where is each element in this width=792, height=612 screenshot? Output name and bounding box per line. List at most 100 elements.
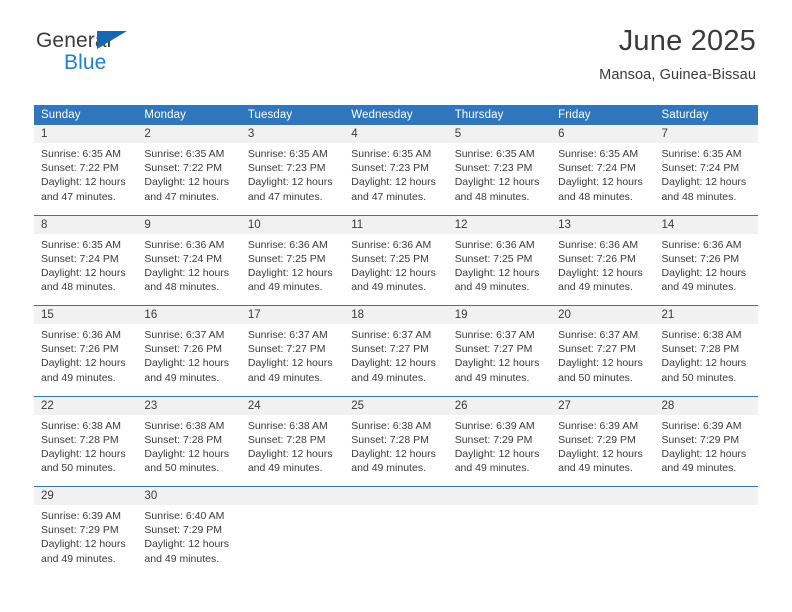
day-cell: Sunrise: 6:38 AM Sunset: 7:28 PM Dayligh…	[137, 414, 241, 487]
daylight-text-line2: and 49 minutes.	[144, 552, 220, 565]
weekday-header-saturday: Saturday	[654, 105, 758, 125]
week-row-details: Sunrise: 6:35 AM Sunset: 7:22 PM Dayligh…	[34, 143, 758, 215]
day-cell: Sunrise: 6:36 AM Sunset: 7:25 PM Dayligh…	[240, 233, 345, 306]
sunset-text: Sunset: 7:24 PM	[41, 252, 119, 265]
sunset-text: Sunset: 7:29 PM	[454, 433, 533, 446]
day-number[interactable]: 30	[137, 486, 241, 505]
day-number[interactable]: 28	[654, 395, 758, 415]
sunrise-text: Sunrise: 6:38 AM	[661, 329, 742, 341]
day-number[interactable]: 20	[551, 305, 655, 324]
daylight-text-line1: Daylight: 12 hours	[41, 266, 126, 279]
weekday-header-row: Sunday Monday Tuesday Wednesday Thursday…	[34, 105, 758, 125]
week-row-details: Sunrise: 6:36 AM Sunset: 7:26 PM Dayligh…	[34, 324, 758, 396]
day-cell: Sunrise: 6:38 AM Sunset: 7:28 PM Dayligh…	[654, 324, 758, 396]
day-number[interactable]: 21	[654, 305, 758, 324]
day-cell-empty	[447, 505, 552, 577]
day-number[interactable]: 13	[551, 214, 655, 234]
day-number[interactable]: 1	[34, 125, 138, 143]
day-cell: Sunrise: 6:35 AM Sunset: 7:22 PM Dayligh…	[34, 143, 138, 215]
day-number[interactable]: 18	[344, 305, 448, 324]
sunrise-text: Sunrise: 6:38 AM	[144, 419, 225, 432]
day-cell: Sunrise: 6:38 AM Sunset: 7:28 PM Dayligh…	[34, 414, 138, 487]
day-number[interactable]: 10	[240, 214, 345, 234]
day-number[interactable]: 11	[344, 214, 448, 234]
sunrise-text: Sunrise: 6:36 AM	[351, 238, 432, 251]
daylight-text-line2: and 49 minutes.	[247, 371, 323, 384]
sunrise-text: Sunrise: 6:37 AM	[351, 329, 432, 341]
day-number[interactable]: 27	[551, 395, 655, 415]
day-cell: Sunrise: 6:36 AM Sunset: 7:24 PM Dayligh…	[137, 233, 241, 306]
day-number-empty	[551, 486, 655, 505]
weekday-header-sunday: Sunday	[34, 105, 138, 125]
daylight-text-line1: Daylight: 12 hours	[247, 176, 333, 189]
day-number[interactable]: 17	[240, 305, 345, 324]
day-number[interactable]: 26	[447, 395, 552, 415]
day-number-empty	[654, 486, 758, 505]
day-number[interactable]: 12	[447, 214, 552, 234]
day-number[interactable]: 25	[344, 395, 448, 415]
daylight-text-line2: and 49 minutes.	[454, 371, 530, 384]
week-row-daynumbers: 29 30	[34, 486, 758, 505]
day-number[interactable]: 2	[137, 125, 241, 143]
sunset-text: Sunset: 7:27 PM	[454, 343, 533, 356]
sunrise-text: Sunrise: 6:35 AM	[247, 148, 328, 160]
sunset-text: Sunset: 7:28 PM	[247, 433, 326, 446]
title-block: June 2025 Mansoa, Guinea-Bissau	[599, 25, 756, 83]
daylight-text-line1: Daylight: 12 hours	[454, 266, 540, 279]
day-number[interactable]: 22	[34, 395, 138, 415]
daylight-text-line1: Daylight: 12 hours	[144, 176, 230, 189]
day-number[interactable]: 8	[34, 214, 138, 234]
daylight-text-line1: Daylight: 12 hours	[41, 538, 126, 551]
day-number[interactable]: 6	[551, 125, 655, 143]
day-number[interactable]: 4	[344, 125, 448, 143]
day-cell: Sunrise: 6:35 AM Sunset: 7:24 PM Dayligh…	[654, 143, 758, 215]
day-number[interactable]: 14	[654, 214, 758, 234]
day-number-empty	[447, 486, 552, 505]
daylight-text-line1: Daylight: 12 hours	[351, 447, 436, 460]
week-row-details: Sunrise: 6:39 AM Sunset: 7:29 PM Dayligh…	[34, 505, 758, 577]
day-cell: Sunrise: 6:35 AM Sunset: 7:22 PM Dayligh…	[137, 143, 241, 215]
daylight-text-line2: and 49 minutes.	[41, 371, 116, 384]
sunrise-sunset-calendar-table: Sunday Monday Tuesday Wednesday Thursday…	[34, 105, 758, 577]
day-number[interactable]: 16	[137, 305, 241, 324]
sunrise-text: Sunrise: 6:40 AM	[144, 510, 225, 522]
daylight-text-line1: Daylight: 12 hours	[558, 447, 643, 460]
sunrise-text: Sunrise: 6:36 AM	[558, 238, 639, 251]
day-number[interactable]: 9	[137, 214, 241, 234]
daylight-text-line2: and 49 minutes.	[454, 281, 530, 294]
day-cell: Sunrise: 6:39 AM Sunset: 7:29 PM Dayligh…	[447, 414, 552, 487]
sunset-text: Sunset: 7:28 PM	[41, 433, 119, 446]
sunset-text: Sunset: 7:25 PM	[454, 252, 533, 265]
day-number[interactable]: 15	[34, 305, 138, 324]
sunrise-text: Sunrise: 6:35 AM	[661, 148, 742, 160]
daylight-text-line2: and 49 minutes.	[661, 462, 737, 475]
daylight-text-line1: Daylight: 12 hours	[351, 266, 436, 279]
day-number-empty	[344, 486, 448, 505]
daylight-text-line2: and 49 minutes.	[247, 281, 323, 294]
day-number[interactable]: 23	[137, 395, 241, 415]
day-cell: Sunrise: 6:36 AM Sunset: 7:25 PM Dayligh…	[447, 233, 552, 306]
day-cell: Sunrise: 6:36 AM Sunset: 7:25 PM Dayligh…	[344, 233, 448, 306]
day-cell: Sunrise: 6:39 AM Sunset: 7:29 PM Dayligh…	[654, 414, 758, 487]
day-number[interactable]: 7	[654, 125, 758, 143]
day-number[interactable]: 5	[447, 125, 552, 143]
day-number[interactable]: 19	[447, 305, 552, 324]
day-number[interactable]: 24	[240, 395, 345, 415]
sunrise-text: Sunrise: 6:36 AM	[454, 238, 535, 251]
calendar-body: 1 2 3 4 5 6 7 Sunrise: 6:35 AM Sunset: 7…	[34, 125, 758, 577]
day-cell: Sunrise: 6:36 AM Sunset: 7:26 PM Dayligh…	[551, 233, 655, 306]
day-number[interactable]: 29	[34, 486, 138, 505]
daylight-text-line2: and 48 minutes.	[661, 190, 737, 203]
sunset-text: Sunset: 7:29 PM	[558, 433, 636, 446]
daylight-text-line2: and 49 minutes.	[351, 462, 426, 475]
day-cell: Sunrise: 6:35 AM Sunset: 7:24 PM Dayligh…	[551, 143, 655, 215]
day-number-empty	[240, 486, 345, 505]
sunrise-text: Sunrise: 6:35 AM	[144, 148, 225, 160]
day-number[interactable]: 3	[240, 125, 345, 143]
daylight-text-line1: Daylight: 12 hours	[247, 357, 333, 370]
daylight-text-line2: and 48 minutes.	[454, 190, 530, 203]
day-cell-empty	[344, 505, 448, 577]
sunset-text: Sunset: 7:22 PM	[144, 162, 223, 175]
daylight-text-line2: and 50 minutes.	[661, 371, 737, 384]
daylight-text-line1: Daylight: 12 hours	[144, 266, 230, 279]
